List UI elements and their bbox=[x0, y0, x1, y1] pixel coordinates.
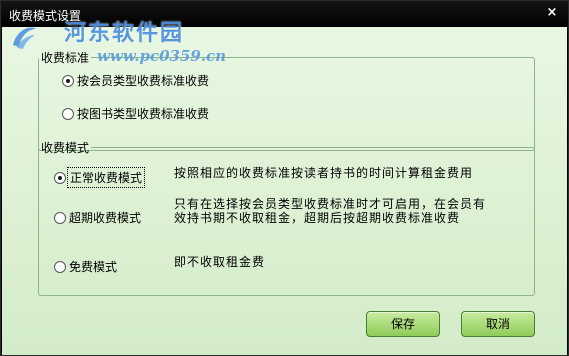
free-mode-description-line: 即不收取租金费 bbox=[174, 255, 266, 269]
radio-free-mode-icon[interactable] bbox=[54, 260, 66, 273]
radio-overdue-mode-label: 超期收费模式 bbox=[69, 211, 142, 225]
radio-book-type[interactable]: 按图书类型收费标准收费 bbox=[62, 105, 209, 122]
radio-member-type[interactable]: 按会员类型收费标准收费 bbox=[62, 72, 209, 89]
fee-standard-legend: 收费标准 bbox=[41, 51, 90, 65]
radio-free-mode-label: 免费模式 bbox=[69, 260, 118, 274]
radio-book-type-icon[interactable] bbox=[62, 107, 74, 120]
close-icon[interactable]: × bbox=[544, 5, 560, 21]
free-mode-description: 即不收取租金费 bbox=[174, 255, 265, 269]
radio-member-type-icon[interactable] bbox=[62, 74, 74, 87]
overdue-mode-description-line: 只有在选择按会员类型收费标准时才可启用，在会员有 bbox=[174, 197, 487, 211]
normal-mode-description-line: 按照相应的收费标准按读者持书的时间计算租金费用 bbox=[174, 166, 474, 180]
radio-free-mode[interactable]: 免费模式 bbox=[54, 258, 117, 275]
fee-mode-legend: 收费模式 bbox=[41, 141, 90, 155]
radio-normal-mode[interactable]: 正常收费模式 bbox=[54, 167, 146, 188]
radio-member-type-label: 按会员类型收费标准收费 bbox=[77, 74, 210, 88]
overdue-mode-description: 只有在选择按会员类型收费标准时才可启用，在会员有 效持书期不收取租金，超期后按超… bbox=[174, 197, 486, 225]
dialog-window: 收费模式设置 × 收费标准 按会员类型收费标准收费 按图书类型收费标准收费 收费… bbox=[0, 0, 569, 356]
radio-overdue-mode-icon[interactable] bbox=[54, 211, 66, 224]
radio-overdue-mode[interactable]: 超期收费模式 bbox=[54, 209, 141, 226]
watermark-url: www.pc0359.cn bbox=[97, 47, 227, 65]
cancel-button[interactable]: 取消 bbox=[461, 311, 535, 337]
radio-book-type-label: 按图书类型收费标准收费 bbox=[77, 107, 210, 121]
overdue-mode-description-line: 效持书期不收取租金，超期后按超期收费标准收费 bbox=[174, 211, 461, 225]
save-button[interactable]: 保存 bbox=[366, 311, 440, 337]
dialog-content: 收费标准 按会员类型收费标准收费 按图书类型收费标准收费 收费模式 正常收费模式… bbox=[2, 27, 567, 355]
site-logo-icon bbox=[13, 27, 36, 49]
radio-normal-mode-icon[interactable] bbox=[54, 171, 66, 184]
normal-mode-description: 按照相应的收费标准按读者持书的时间计算租金费用 bbox=[174, 166, 473, 180]
radio-normal-mode-label: 正常收费模式 bbox=[66, 167, 146, 188]
watermark-site-name: 河东软件园 bbox=[64, 20, 185, 46]
